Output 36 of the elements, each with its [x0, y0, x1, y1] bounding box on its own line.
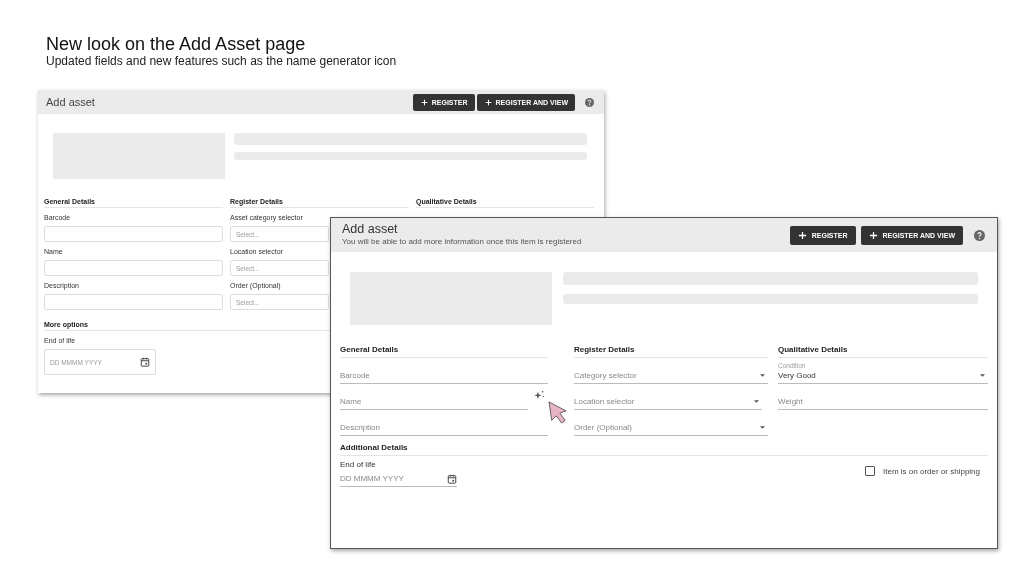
plus-icon — [868, 230, 878, 240]
plus-icon — [420, 98, 428, 106]
section-heading: General Details — [340, 345, 548, 358]
input-field[interactable]: Description — [340, 410, 548, 436]
caret-icon — [980, 374, 985, 377]
section-heading: Additional Details — [340, 443, 988, 456]
sparkle-icon[interactable] — [534, 390, 545, 400]
input-field[interactable]: Name — [340, 384, 528, 410]
input-field[interactable] — [44, 294, 223, 310]
input-field[interactable]: Location selector — [574, 384, 762, 410]
section-heading: Qualitative Details — [778, 345, 988, 358]
caret-icon — [760, 426, 765, 429]
section-heading: Register Details — [574, 345, 768, 358]
help-icon[interactable] — [585, 97, 594, 107]
window-subtitle: You will be able to add more information once this item is registered — [342, 236, 582, 247]
help-icon[interactable] — [974, 229, 985, 241]
checkbox-label[interactable]: Item is on order or shipping — [883, 466, 980, 476]
input-field[interactable]: Order (Optional) — [574, 410, 768, 436]
slide-subtitle: Updated fields and new features such as the name generator icon — [46, 54, 397, 68]
calendar-icon[interactable] — [140, 357, 150, 367]
calendar-icon[interactable] — [447, 473, 457, 484]
caret-icon — [760, 374, 765, 377]
input-field[interactable]: Barcode — [340, 358, 548, 384]
field-label: End of life — [340, 460, 377, 469]
slide-title: New look on the Add Asset page — [46, 34, 307, 54]
input-field[interactable] — [44, 260, 223, 276]
input-field[interactable] — [44, 226, 223, 242]
input-field[interactable]: Category selector — [574, 358, 768, 384]
window-title: Add asset — [342, 223, 399, 236]
checkbox[interactable] — [865, 466, 876, 476]
caret-icon — [754, 400, 759, 403]
date-field[interactable]: DD MMMM YYYY — [340, 471, 457, 487]
window-title: Add asset — [46, 96, 95, 108]
plus-icon — [797, 230, 807, 240]
plus-icon — [484, 98, 492, 106]
input-field[interactable]: Weight — [778, 384, 988, 410]
